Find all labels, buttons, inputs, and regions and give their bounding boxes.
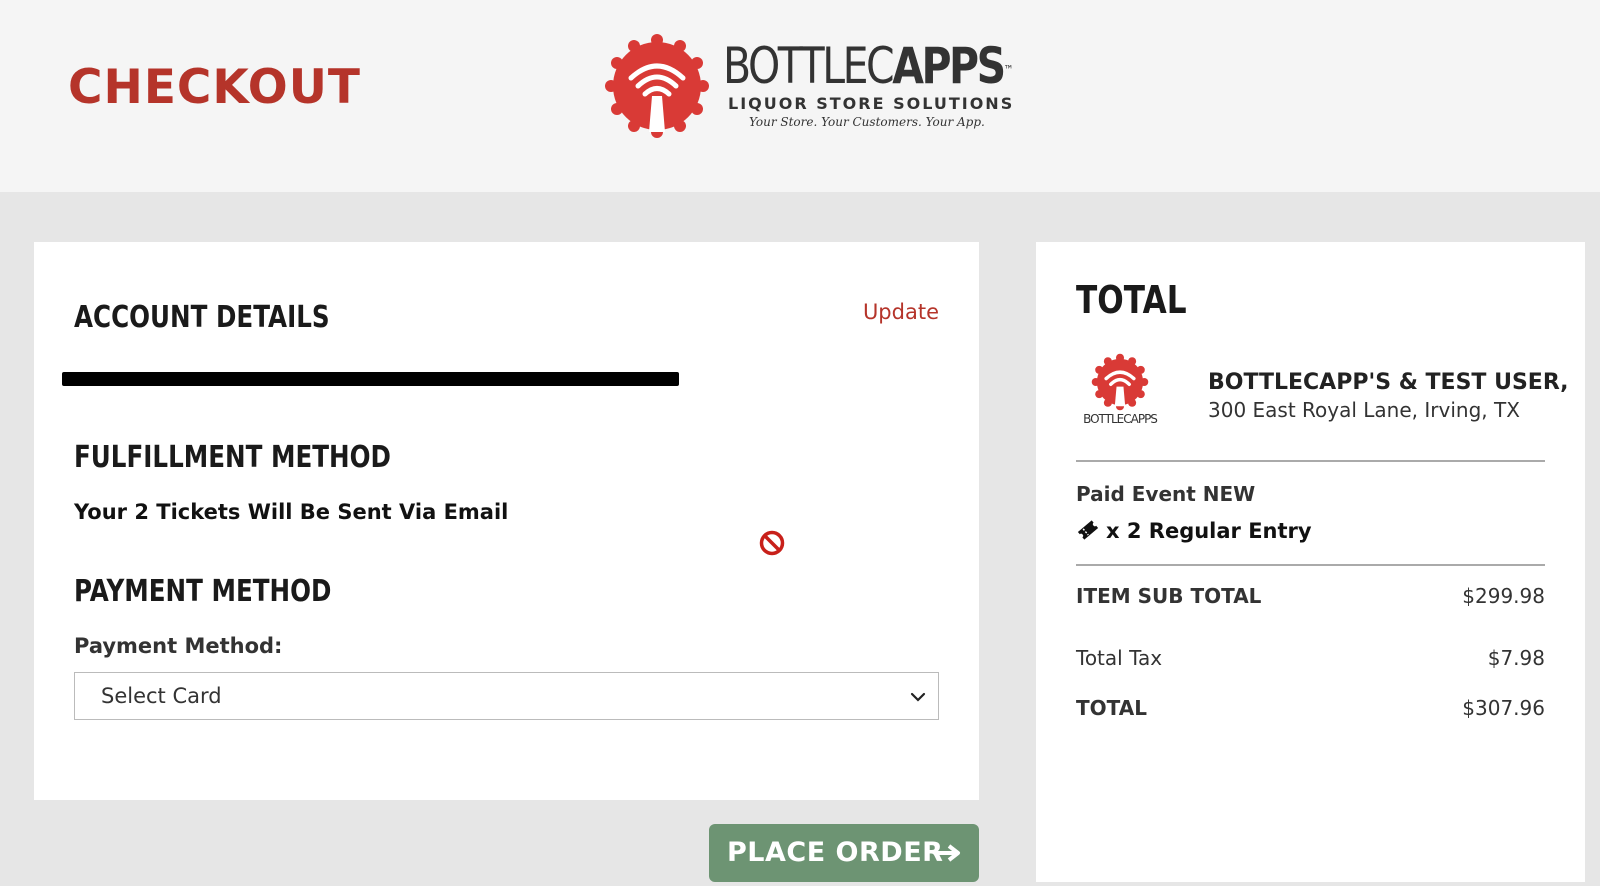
summary-row-value: $7.98 <box>1487 646 1545 670</box>
chevron-down-icon <box>910 692 926 702</box>
event-name: Paid Event NEW <box>1076 482 1256 506</box>
arrow-right-icon <box>935 844 960 862</box>
page-header: CHECKOUT BOTTLECAPPS™ LIQUOR STORE SOLUT… <box>0 0 1600 192</box>
store-logo-bottlecap-icon <box>1091 353 1149 411</box>
redacted-account-info <box>62 372 679 386</box>
not-allowed-cursor-icon <box>759 530 785 556</box>
store-address: 300 East Royal Lane, Irving, TX <box>1208 398 1520 422</box>
summary-row-value: $307.96 <box>1462 696 1545 720</box>
place-order-label: PLACE ORDER <box>727 837 944 868</box>
checkout-details-panel: ACCOUNT DETAILS Update FULFILLMENT METHO… <box>34 242 979 800</box>
logo-bottlecap-icon <box>605 34 709 138</box>
account-details-heading: ACCOUNT DETAILS <box>74 300 330 335</box>
store-logo-wordmark: BOTTLECAPPS <box>1083 412 1158 426</box>
logo-slogan: Your Store. Your Customers. Your App. <box>749 115 985 129</box>
order-summary-panel: TOTAL BOTTLECAPPS BOTTLECAPP'S & TEST US… <box>1036 242 1585 882</box>
payment-card-select-value: Select Card <box>101 684 222 708</box>
update-account-link[interactable]: Update <box>863 300 939 324</box>
summary-divider <box>1076 460 1545 462</box>
summary-divider <box>1076 564 1545 566</box>
payment-method-label: Payment Method: <box>74 634 283 658</box>
summary-row-label: TOTAL <box>1076 696 1147 720</box>
ticket-line-item: x 2 Regular Entry <box>1076 519 1312 543</box>
summary-row-label: Total Tax <box>1076 646 1163 670</box>
ticket-line-text: x 2 Regular Entry <box>1106 519 1312 543</box>
place-order-button[interactable]: PLACE ORDER <box>709 824 979 882</box>
store-name: BOTTLECAPP'S & TEST USER, <box>1208 370 1569 395</box>
summary-row-value: $299.98 <box>1462 584 1545 608</box>
payment-card-select[interactable]: Select Card <box>74 672 939 720</box>
bottlecapps-logo: BOTTLECAPPS™ LIQUOR STORE SOLUTIONS Your… <box>605 34 1025 144</box>
payment-method-heading: PAYMENT METHOD <box>74 574 332 609</box>
ticket-icon <box>1077 520 1099 540</box>
fulfillment-method-text: Your 2 Tickets Will Be Sent Via Email <box>74 500 509 524</box>
logo-wordmark: BOTTLECAPPS™ <box>723 37 1014 95</box>
store-logo: BOTTLECAPPS <box>1080 352 1160 437</box>
logo-tagline: LIQUOR STORE SOLUTIONS <box>728 94 1015 113</box>
page-title: CHECKOUT <box>68 60 361 115</box>
fulfillment-method-heading: FULFILLMENT METHOD <box>74 440 391 475</box>
order-summary-heading: TOTAL <box>1076 278 1187 322</box>
summary-row-label: ITEM SUB TOTAL <box>1076 584 1262 608</box>
